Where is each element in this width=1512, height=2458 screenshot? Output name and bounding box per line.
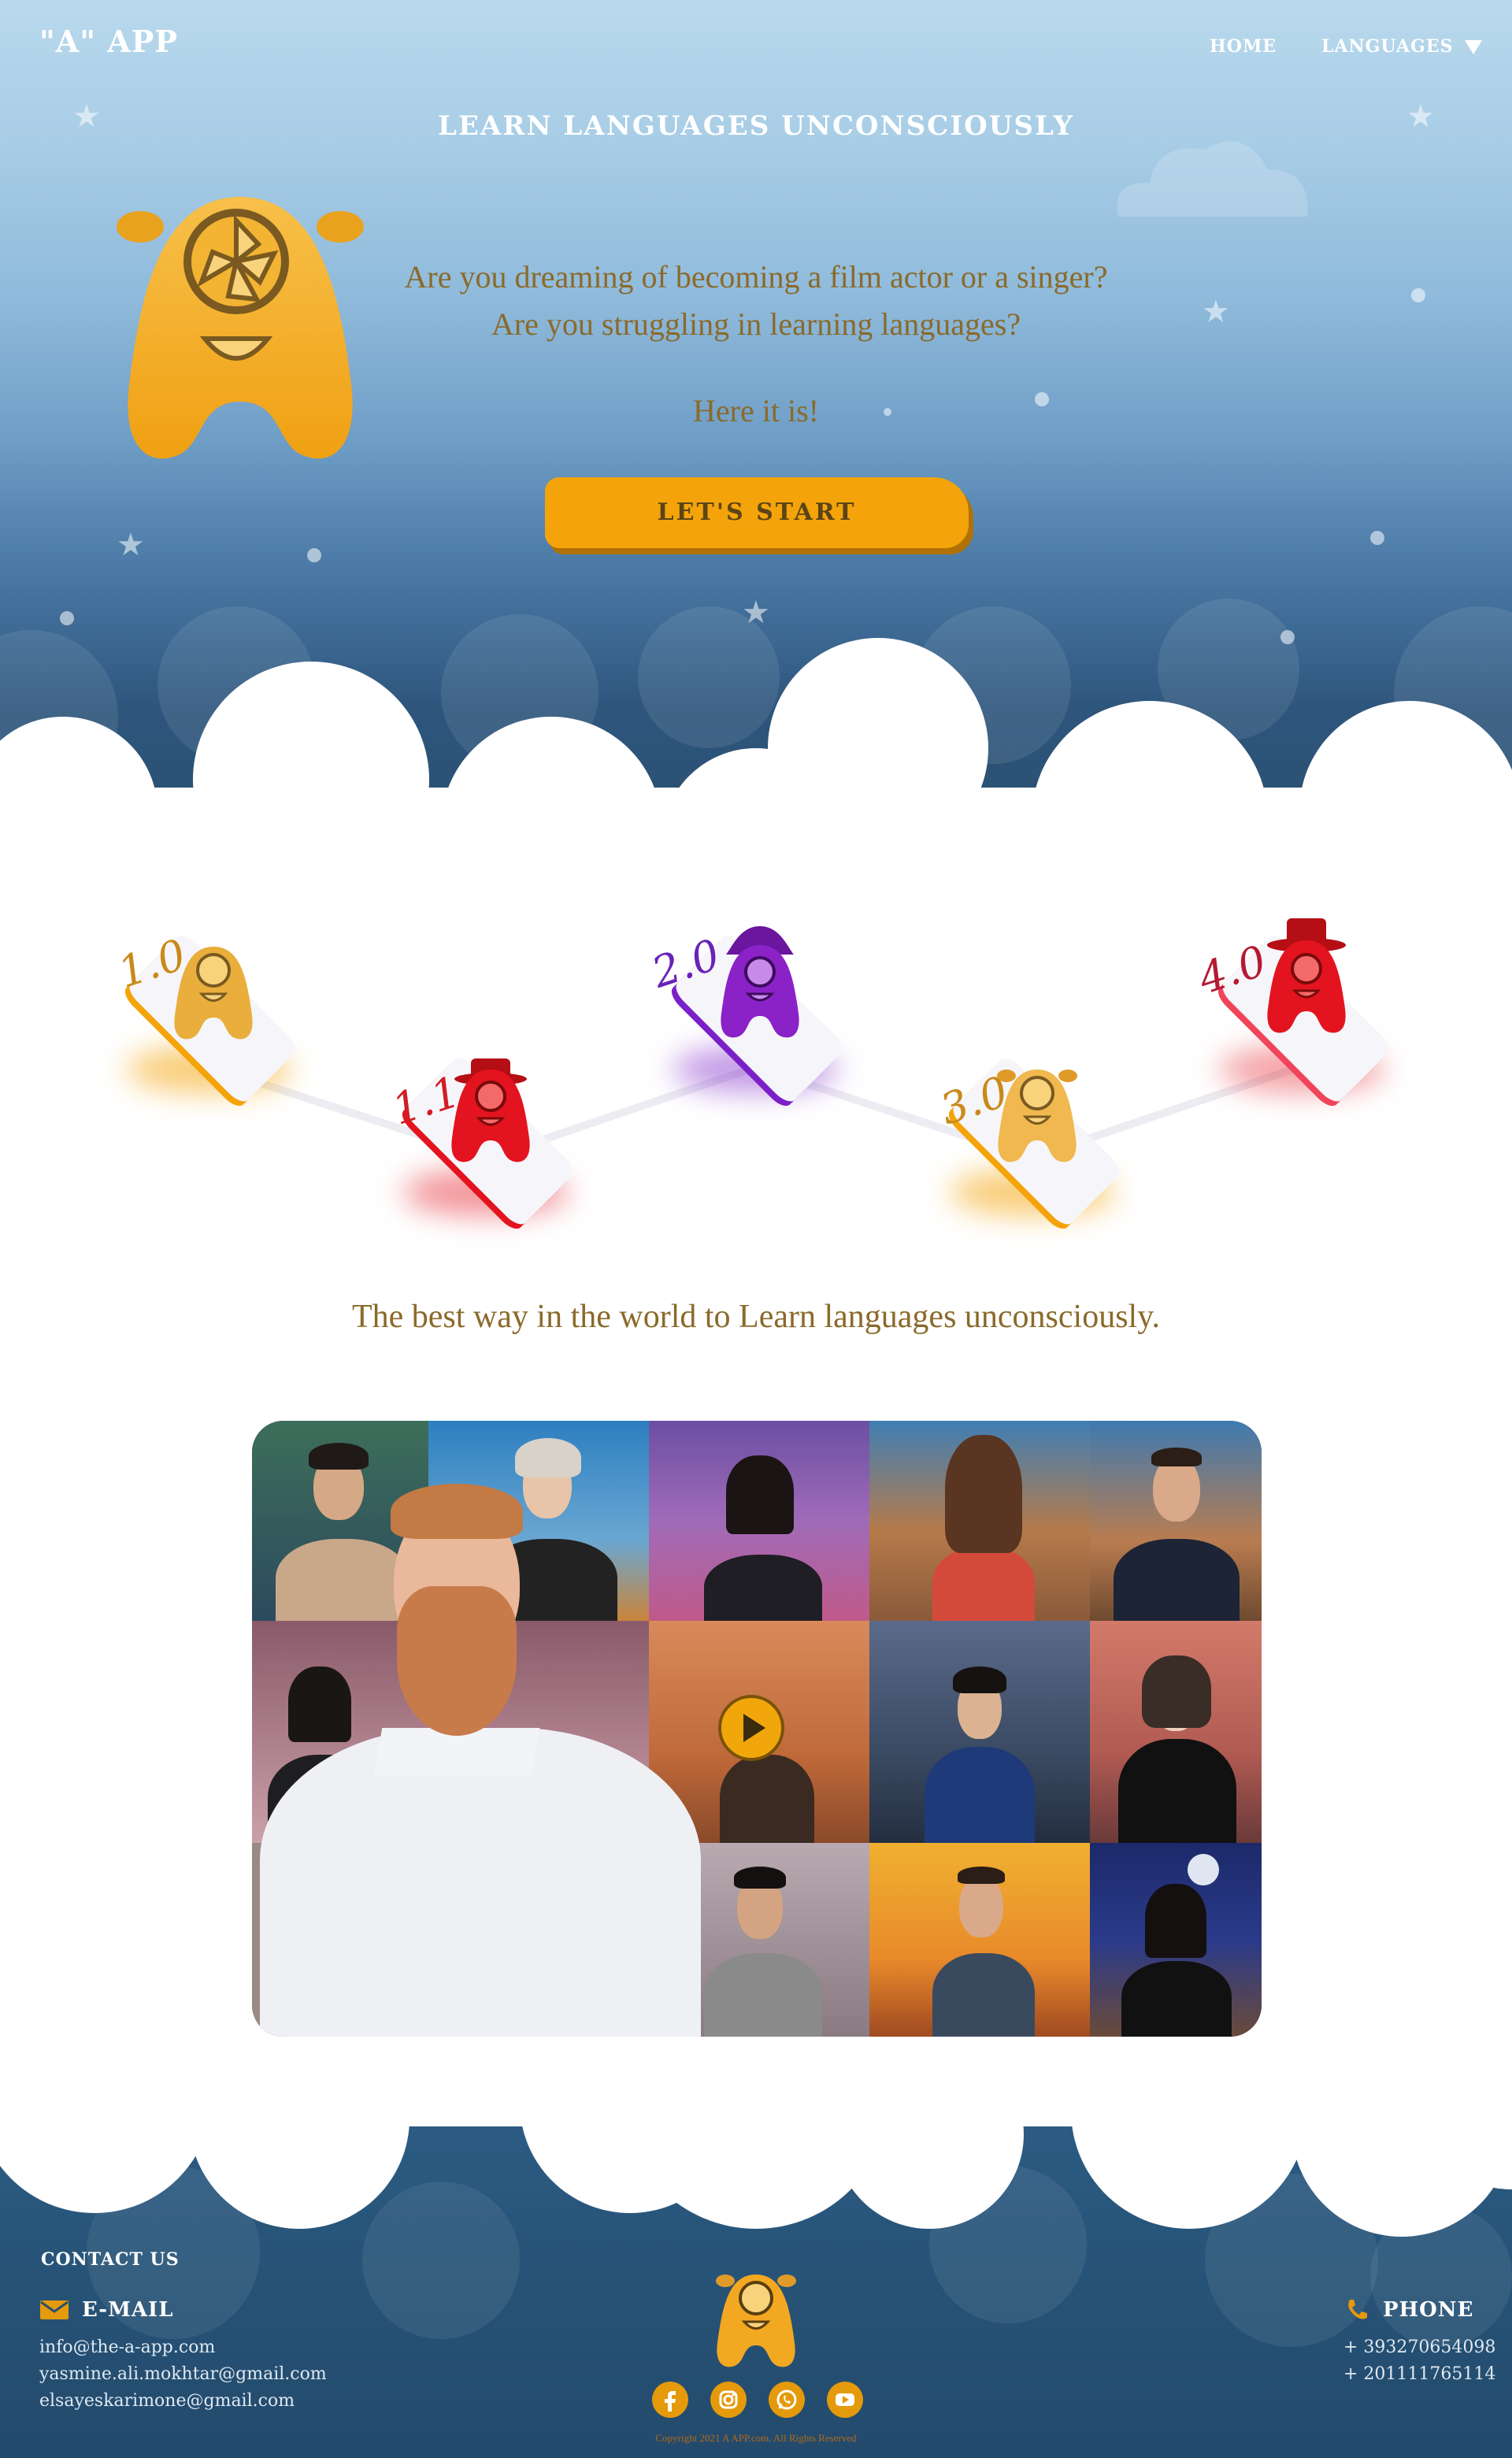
video-thumbnail xyxy=(869,1621,1090,1849)
phone-link[interactable]: + 201111765114 xyxy=(1343,2364,1495,2384)
mascot-logo xyxy=(117,197,364,459)
star-decoration: ★ xyxy=(1202,294,1230,329)
hero-question-1: Are you dreaming of becoming a film acto… xyxy=(404,259,1108,295)
nav-languages-link[interactable]: LANGUAGES xyxy=(1321,36,1483,57)
email-icon xyxy=(40,2300,69,2319)
email-link[interactable]: yasmine.ali.mokhtar@gmail.com xyxy=(39,2364,327,2384)
dot-decoration xyxy=(1411,288,1425,302)
level-badge[interactable]: 1.1 xyxy=(372,1035,608,1271)
video-thumbnail xyxy=(869,1421,1090,1626)
phone-link[interactable]: + 393270654098 xyxy=(1343,2338,1495,2357)
dot-decoration xyxy=(307,548,321,562)
dot-decoration xyxy=(1370,531,1384,545)
facebook-icon[interactable] xyxy=(652,2382,688,2418)
phone-title: PHONE xyxy=(1383,2298,1474,2322)
presenter xyxy=(252,1468,724,2037)
instagram-icon[interactable] xyxy=(710,2382,747,2418)
email-link[interactable]: elsayeskarimone@gmail.com xyxy=(39,2391,295,2411)
hero-section: ★ ★ ★ ★ ★ "A" APP HOME LANGUAGES LEARN L… xyxy=(0,0,1512,851)
hero-here-text: Here it is! xyxy=(693,393,819,428)
copyright-text: Copyright 2021 A APP.com. All Rights Res… xyxy=(655,2432,857,2444)
lets-start-button[interactable]: LET'S START xyxy=(545,477,969,548)
nav-languages-label: LANGUAGES xyxy=(1321,36,1454,57)
video-thumbnail xyxy=(1090,1843,1262,2037)
mascot-icon xyxy=(721,926,799,1038)
level-badge[interactable]: 2.0 xyxy=(641,912,877,1148)
video-thumbnail xyxy=(869,1843,1090,2037)
contact-us-title: CONTACT US xyxy=(41,2249,180,2270)
brand-logo-text[interactable]: "A" APP xyxy=(39,24,178,59)
hero-questions: Are you dreaming of becoming a film acto… xyxy=(362,254,1150,348)
hero-question-2: Are you struggling in learning languages… xyxy=(491,306,1021,342)
play-button[interactable] xyxy=(718,1695,784,1761)
clouds-front xyxy=(0,638,1512,851)
hero-title: LEARN LANGUAGES UNCONSCIOUSLY xyxy=(438,110,1074,142)
level-badge[interactable]: 1.0 xyxy=(94,912,331,1148)
video-thumbnail xyxy=(1090,1421,1262,1626)
chevron-down-icon xyxy=(1465,40,1483,54)
phone-icon xyxy=(1348,2300,1367,2319)
video-thumbnail xyxy=(1090,1621,1262,1849)
tagline: The best way in the world to Learn langu… xyxy=(351,1299,1160,1335)
video-player[interactable] xyxy=(252,1421,1262,2037)
level-badge[interactable]: 3.0 xyxy=(918,1035,1154,1271)
star-decoration: ★ xyxy=(117,527,145,562)
email-title: E-MAIL xyxy=(82,2298,174,2322)
footer-mascot-logo[interactable] xyxy=(709,2268,803,2371)
email-link[interactable]: info@the-a-app.com xyxy=(39,2338,215,2357)
mascot-icon xyxy=(1267,918,1346,1033)
nav-home-link[interactable]: HOME xyxy=(1210,36,1277,57)
play-icon xyxy=(743,1714,765,1742)
youtube-icon[interactable] xyxy=(827,2382,863,2418)
whatsapp-icon[interactable] xyxy=(769,2382,805,2418)
level-badge[interactable]: 4.0 xyxy=(1188,912,1424,1148)
